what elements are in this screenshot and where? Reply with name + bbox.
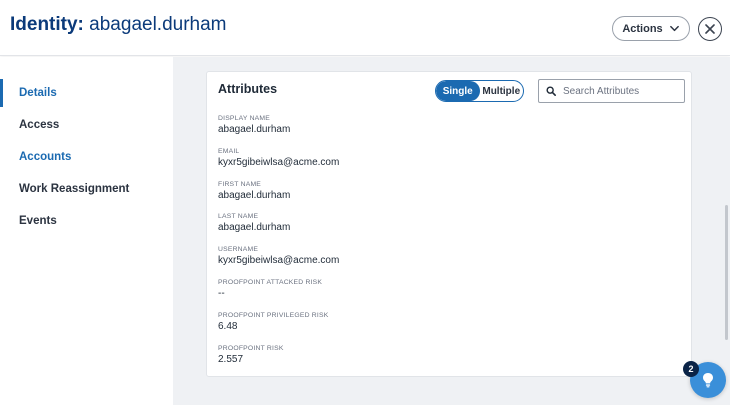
identity-name: abagael.durham [89, 14, 227, 35]
attribute-display-name: DISPLAY NAME abagael.durham [218, 114, 678, 147]
toggle-multiple[interactable]: Multiple [480, 81, 524, 101]
search-box [538, 79, 685, 103]
attribute-label: PROOFPOINT RISK [218, 344, 284, 352]
page-title: Identity: abagael.durham [10, 14, 227, 36]
attribute-proofpoint-attacked-risk: PROOFPOINT ATTACKED RISK -- [218, 278, 678, 311]
view-toggle: Single Multiple [435, 80, 524, 102]
sidebar-item-events[interactable]: Events [0, 207, 173, 235]
attribute-proofpoint-privileged-risk: PROOFPOINT PRIVILEGED RISK 6.48 [218, 311, 678, 344]
search-input[interactable] [563, 85, 681, 97]
attribute-label: DISPLAY NAME [218, 115, 271, 122]
search-icon [546, 86, 556, 96]
attribute-value: -- [218, 287, 225, 299]
attribute-label: PROOFPOINT ATTACKED RISK [218, 278, 323, 286]
close-icon [705, 24, 715, 34]
sidebar-item-access[interactable]: Access [0, 111, 173, 139]
attribute-value: abagael.durham [218, 189, 291, 201]
title-label: Identity: [10, 14, 84, 35]
sidebar-item-label: Work Reassignment [19, 183, 130, 195]
attribute-value: abagael.durham [218, 124, 291, 135]
toggle-single[interactable]: Single [436, 81, 480, 101]
attribute-value: 6.48 [218, 320, 238, 332]
attribute-list: DISPLAY NAME abagael.durham EMAIL kyxr5g… [218, 114, 678, 376]
sidebar-item-label: Details [19, 87, 57, 99]
chevron-down-icon [669, 25, 679, 32]
sidebar-nav: Details Access Accounts Work Reassignmen… [0, 57, 173, 405]
sidebar-item-label: Access [19, 119, 60, 131]
close-button[interactable] [698, 17, 722, 41]
attribute-value: kyxr5gibeiwlsa@acme.com [218, 255, 340, 267]
attribute-label: EMAIL [218, 147, 240, 155]
sidebar-item-label: Accounts [19, 151, 72, 163]
actions-label: Actions [622, 22, 663, 35]
attribute-first-name: FIRST NAME abagael.durham [218, 180, 678, 213]
attribute-email: EMAIL kyxr5gibeiwlsa@acme.com [218, 147, 678, 180]
attribute-last-name: LAST NAME abagael.durham [218, 212, 678, 245]
actions-button[interactable]: Actions [612, 16, 690, 41]
attribute-value: kyxr5gibeiwlsa@acme.com [218, 156, 340, 168]
page-header: Identity: abagael.durham Actions [0, 0, 730, 56]
attribute-label: USERNAME [218, 246, 259, 254]
notification-badge: 2 [683, 361, 699, 377]
page-scrollbar[interactable] [725, 205, 728, 340]
sidebar-item-work-reassignment[interactable]: Work Reassignment [0, 175, 173, 203]
sidebar-item-accounts[interactable]: Accounts [0, 143, 173, 171]
attributes-title: Attributes [218, 82, 278, 96]
attribute-value: 2.557 [218, 353, 244, 365]
attribute-value: abagael.durham [218, 222, 291, 234]
sidebar-item-label: Events [19, 215, 57, 227]
lightbulb-icon [703, 373, 713, 388]
attribute-label: PROOFPOINT PRIVILEGED RISK [218, 311, 329, 319]
attribute-username: USERNAME kyxr5gibeiwlsa@acme.com [218, 245, 678, 278]
attribute-label: LAST NAME [218, 213, 259, 221]
attribute-label: FIRST NAME [218, 180, 262, 188]
sidebar-item-details[interactable]: Details [0, 79, 173, 107]
main-content: Attributes Single Multiple DISPLAY NAME … [173, 57, 730, 405]
attribute-proofpoint-risk: PROOFPOINT RISK 2.557 [218, 344, 678, 377]
attributes-card: Attributes Single Multiple DISPLAY NAME … [206, 71, 692, 377]
